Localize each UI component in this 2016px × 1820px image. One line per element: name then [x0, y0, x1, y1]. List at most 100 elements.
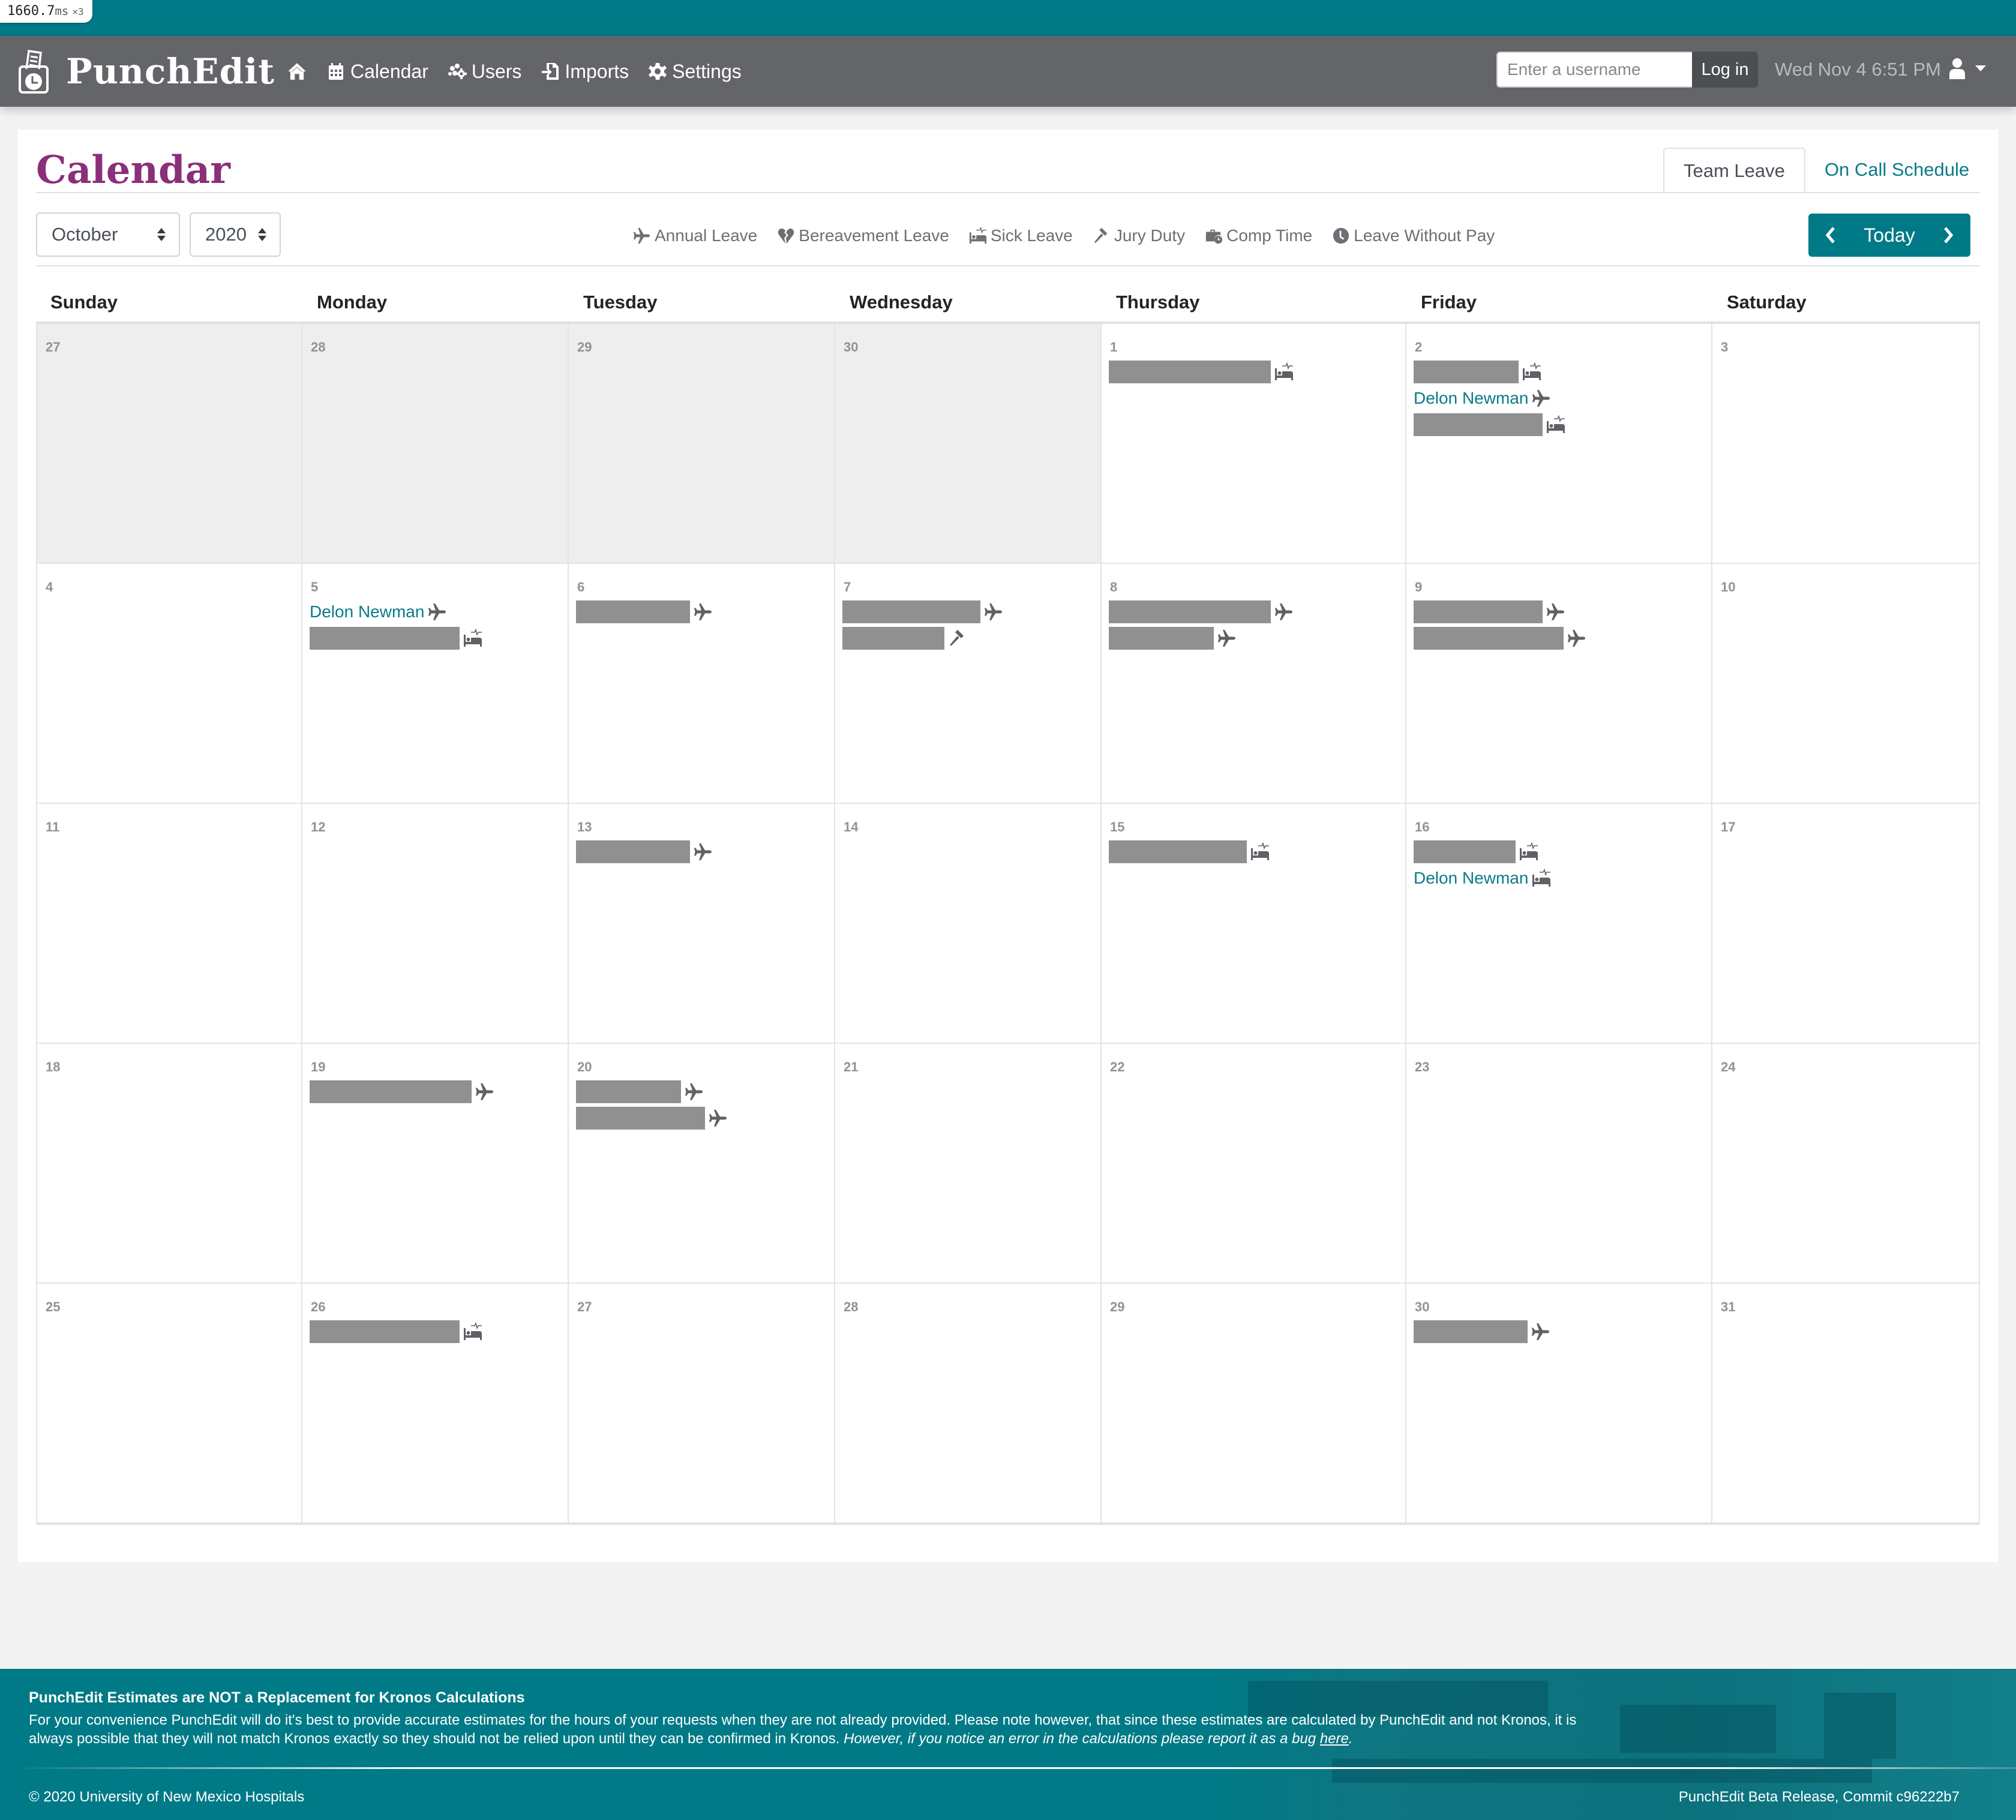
- employee-name-link[interactable]: Delon Newman: [1414, 869, 1528, 888]
- calendar-day-cell[interactable]: 19: [302, 1044, 569, 1284]
- nav-home[interactable]: [287, 61, 307, 82]
- employee-name-link[interactable]: Delon Newman: [1414, 389, 1528, 408]
- leave-entry[interactable]: [1414, 625, 1586, 651]
- leave-entry[interactable]: [576, 1079, 728, 1105]
- legend-label: Leave Without Pay: [1354, 226, 1495, 245]
- main-card: Calendar Team Leave On Call Schedule Oct…: [18, 130, 1998, 1562]
- leave-entry[interactable]: [576, 839, 713, 865]
- username-input[interactable]: [1496, 52, 1692, 88]
- copyright: © 2020 University of New Mexico Hospital…: [29, 1789, 305, 1805]
- report-bug-link[interactable]: here: [1320, 1731, 1349, 1747]
- leave-entry[interactable]: [1109, 625, 1294, 651]
- calendar-day-cell[interactable]: 22: [1102, 1044, 1406, 1284]
- procedures-bed-icon: [969, 227, 986, 244]
- login-button[interactable]: Log in: [1692, 52, 1758, 88]
- calendar-day-cell[interactable]: 27: [569, 1284, 835, 1524]
- nav-calendar-label: Calendar: [350, 60, 428, 82]
- leave-entry[interactable]: Delon Newman: [310, 599, 482, 625]
- leave-entry[interactable]: Delon Newman: [1414, 385, 1565, 412]
- leave-entry[interactable]: [842, 625, 1003, 651]
- next-month-button[interactable]: [1942, 226, 1955, 245]
- nav-calendar[interactable]: Calendar: [326, 61, 428, 83]
- tab-team-leave[interactable]: Team Leave: [1663, 148, 1805, 193]
- calendar-day-cell[interactable]: 28: [835, 1284, 1102, 1524]
- leave-entry[interactable]: [1414, 599, 1586, 625]
- nav-users[interactable]: Users: [448, 61, 521, 83]
- calendar-day-cell[interactable]: 11: [36, 804, 302, 1044]
- calendar-day-cell[interactable]: 29: [1102, 1284, 1406, 1524]
- leave-entry[interactable]: [1109, 359, 1294, 385]
- leave-entry[interactable]: [576, 599, 713, 625]
- calendar-day-cell[interactable]: 3: [1712, 324, 1980, 564]
- select-arrows-icon: [258, 228, 266, 241]
- leave-entry[interactable]: [310, 1319, 482, 1345]
- calendar-day-cell[interactable]: 5 Delon Newman: [302, 564, 569, 804]
- nav-imports[interactable]: Imports: [541, 61, 629, 83]
- calendar-day-cell[interactable]: 16 Delon Newman: [1406, 804, 1712, 1044]
- leave-entry[interactable]: [842, 599, 1003, 625]
- calendar-day-cell[interactable]: 17: [1712, 804, 1980, 1044]
- brand[interactable]: PunchEdit: [18, 47, 275, 96]
- redacted-employee-name: [842, 600, 980, 623]
- day-number: 29: [577, 340, 592, 355]
- calendar-day-cell[interactable]: 20: [569, 1044, 835, 1284]
- legend-bereavement-leave: Bereavement Leave: [777, 226, 949, 245]
- leave-entry[interactable]: [310, 625, 482, 651]
- calendar-day-cell[interactable]: 4: [36, 564, 302, 804]
- leave-entry[interactable]: [1414, 412, 1565, 438]
- calendar-day-cell[interactable]: 27: [36, 324, 302, 564]
- month-select[interactable]: October: [36, 212, 180, 257]
- plane-icon: [1547, 603, 1564, 620]
- leave-entry[interactable]: [1109, 599, 1294, 625]
- calendar-day-cell[interactable]: 30: [1406, 1284, 1712, 1524]
- calendar-day-cell[interactable]: 18: [36, 1044, 302, 1284]
- leave-entries: [1109, 359, 1294, 385]
- redacted-employee-name: [1109, 361, 1271, 383]
- day-number: 29: [1110, 1299, 1125, 1314]
- calendar-day-cell[interactable]: 30: [835, 324, 1102, 564]
- procedures-bed-icon: [1532, 869, 1551, 887]
- calendar-day-cell[interactable]: 7: [835, 564, 1102, 804]
- calendar-day-cell[interactable]: 6: [569, 564, 835, 804]
- plane-icon: [1532, 1323, 1549, 1340]
- calendar-day-cell[interactable]: 23: [1406, 1044, 1712, 1284]
- calendar-day-cell[interactable]: 10: [1712, 564, 1980, 804]
- perf-value: 1660.7: [7, 4, 55, 19]
- leave-entry[interactable]: [310, 1079, 494, 1105]
- leave-entry[interactable]: Delon Newman: [1414, 865, 1551, 891]
- grid-bottom-border: [36, 1522, 1980, 1525]
- calendar-day-cell[interactable]: 24: [1712, 1044, 1980, 1284]
- calendar-day-cell[interactable]: 13: [569, 804, 835, 1044]
- calendar-day-cell[interactable]: 1: [1102, 324, 1406, 564]
- leave-entry[interactable]: [1109, 839, 1270, 865]
- leave-entry[interactable]: [1414, 1319, 1550, 1345]
- day-number: 28: [844, 1299, 859, 1314]
- employee-name-link[interactable]: Delon Newman: [310, 602, 424, 621]
- user-menu-dropdown[interactable]: [1949, 58, 1986, 79]
- today-button[interactable]: Today: [1864, 224, 1915, 247]
- calendar-day-cell[interactable]: 12: [302, 804, 569, 1044]
- calendar-day-cell[interactable]: 25: [36, 1284, 302, 1524]
- weekday-wednesday: Wednesday: [850, 292, 953, 313]
- calendar-day-cell[interactable]: 26: [302, 1284, 569, 1524]
- calendar-day-cell[interactable]: 31: [1712, 1284, 1980, 1524]
- calendar-day-cell[interactable]: 14: [835, 804, 1102, 1044]
- leave-entry[interactable]: [576, 1105, 728, 1131]
- calendar-day-cell[interactable]: 15: [1102, 804, 1406, 1044]
- calendar-day-cell[interactable]: 8: [1102, 564, 1406, 804]
- calendar-day-cell[interactable]: 2 Delon Newman: [1406, 324, 1712, 564]
- nav-settings[interactable]: Settings: [648, 61, 742, 83]
- calendar-day-cell[interactable]: 29: [569, 324, 835, 564]
- redacted-employee-name: [310, 627, 460, 650]
- calendar-day-cell[interactable]: 21: [835, 1044, 1102, 1284]
- tab-on-call-schedule[interactable]: On Call Schedule: [1805, 148, 1988, 192]
- calendar-day-cell[interactable]: 9: [1406, 564, 1712, 804]
- previous-month-button[interactable]: [1824, 226, 1837, 245]
- users-icon: [448, 64, 467, 79]
- redacted-employee-name: [1414, 361, 1519, 383]
- calendar-day-cell[interactable]: 28: [302, 324, 569, 564]
- leave-entries: [842, 599, 1003, 651]
- leave-entry[interactable]: [1414, 839, 1551, 865]
- leave-entry[interactable]: [1414, 359, 1565, 385]
- year-select[interactable]: 2020: [190, 212, 281, 257]
